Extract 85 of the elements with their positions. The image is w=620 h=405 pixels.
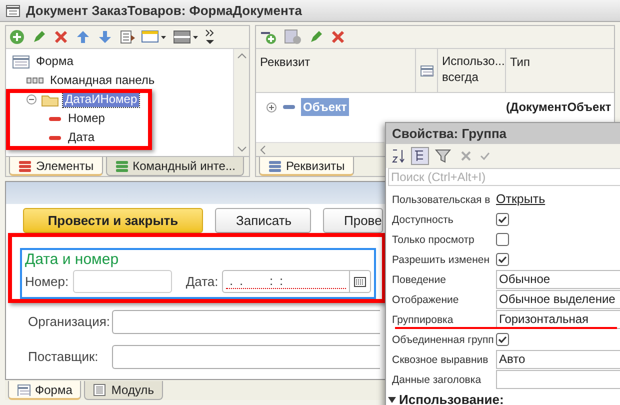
group-title: Дата и номер xyxy=(25,250,119,270)
tab[interactable]: Форма xyxy=(8,381,82,400)
field-label: Организация: xyxy=(28,312,108,331)
form-button[interactable]: Прове xyxy=(323,208,383,233)
add-attribute-icon[interactable] xyxy=(260,29,278,45)
search-field[interactable]: Поиск (Ctrl+Alt+I) xyxy=(388,168,620,186)
column-header[interactable]: Реквизит xyxy=(256,49,416,92)
dash-icon xyxy=(282,103,296,111)
delete-icon[interactable] xyxy=(53,29,69,45)
calendar-icon xyxy=(354,276,366,286)
input-field[interactable] xyxy=(72,270,172,293)
scrollbar[interactable] xyxy=(233,49,249,156)
folder-icon xyxy=(41,92,59,106)
table-cell-text: (ДокументОбъект xyxy=(506,99,612,116)
property-name: Доступность xyxy=(392,214,454,226)
column-header[interactable]: Тип xyxy=(506,49,614,92)
buttons-icon xyxy=(26,76,44,86)
tab[interactable]: Модуль xyxy=(84,381,163,400)
filter-icon[interactable] xyxy=(435,148,453,164)
monitor-icon[interactable] xyxy=(141,29,167,45)
dash-icon xyxy=(48,114,62,122)
property-name: Сквозное выравнив xyxy=(392,354,488,366)
pencil-icon[interactable] xyxy=(308,29,324,45)
window-title: Документ ЗаказТоваров: ФормаДокумента xyxy=(26,2,302,20)
form-icon xyxy=(17,384,31,396)
collapse-icon[interactable] xyxy=(26,94,37,105)
checkbox[interactable] xyxy=(496,252,509,266)
section-header[interactable]: Использование: xyxy=(399,390,504,405)
tree-item[interactable]: ДатаИНомер xyxy=(63,92,140,107)
table-add-icon[interactable] xyxy=(284,29,302,45)
property-name: Данные заголовка xyxy=(392,374,482,386)
list-icon xyxy=(268,160,282,172)
value-field[interactable] xyxy=(496,370,620,388)
form-icon xyxy=(12,54,30,68)
field-label: Поставщик: xyxy=(28,348,100,366)
tab[interactable]: Реквизиты xyxy=(259,157,354,176)
open-link[interactable]: Открыть xyxy=(496,190,546,208)
form-button[interactable]: Записать xyxy=(215,208,311,233)
property-name: Пользовательская в xyxy=(392,194,490,206)
scrollbar[interactable] xyxy=(256,142,384,156)
check-icon[interactable] xyxy=(479,150,491,162)
document-icon xyxy=(93,384,108,396)
overflow-icon[interactable] xyxy=(205,28,215,46)
up-arrow-icon[interactable] xyxy=(75,29,91,45)
date-field[interactable]: . . : : xyxy=(222,270,371,293)
property-name: Поведение xyxy=(392,274,446,286)
window-icon xyxy=(6,4,20,16)
expand-icon[interactable] xyxy=(266,102,277,112)
list-icon xyxy=(114,160,129,172)
property-name: Только просмотр xyxy=(392,234,474,246)
property-name: Объединенная групп xyxy=(392,334,494,346)
field-label: Дата: xyxy=(186,272,218,291)
checkbox[interactable] xyxy=(496,232,509,246)
sort-icon[interactable] xyxy=(391,148,405,164)
property-name: Отображение xyxy=(392,294,459,306)
tree-item[interactable]: Дата xyxy=(66,130,97,145)
checkbox[interactable] xyxy=(496,332,509,346)
tab[interactable]: Командный инте... xyxy=(106,157,244,176)
list-icon xyxy=(18,160,32,172)
pencil-icon[interactable] xyxy=(31,29,47,45)
form-button[interactable]: Провести и закрыть xyxy=(23,208,203,233)
add-icon[interactable] xyxy=(9,29,25,45)
property-name: Разрешить изменен xyxy=(392,254,490,266)
collapse-triangle-icon[interactable] xyxy=(388,396,396,404)
property-name: Группировка xyxy=(392,314,454,326)
input-field[interactable] xyxy=(112,310,380,334)
document-icon[interactable] xyxy=(119,29,135,45)
form-icon xyxy=(420,64,434,76)
value-field[interactable]: Авто xyxy=(496,350,620,368)
checkbox[interactable] xyxy=(496,212,509,226)
down-arrow-icon[interactable] xyxy=(97,29,113,45)
tree-item[interactable]: Номер xyxy=(66,111,107,126)
value-field[interactable]: Обычное выделение xyxy=(496,290,620,308)
tree-view-icon[interactable] xyxy=(411,147,429,165)
input-field[interactable] xyxy=(112,344,380,368)
field-label: Номер: xyxy=(25,272,69,291)
tree-item[interactable]: Командная панель xyxy=(48,73,157,88)
column-header[interactable]: Использо... всегда xyxy=(438,49,506,92)
value-field[interactable]: Обычное xyxy=(496,270,620,288)
layout-icon[interactable] xyxy=(173,29,199,45)
dash-icon xyxy=(48,134,62,142)
window-title: Свойства: Группа xyxy=(386,123,620,144)
delete-icon[interactable] xyxy=(330,29,346,45)
tree-item[interactable]: Форма xyxy=(34,54,76,69)
tab[interactable]: Элементы xyxy=(9,157,103,176)
